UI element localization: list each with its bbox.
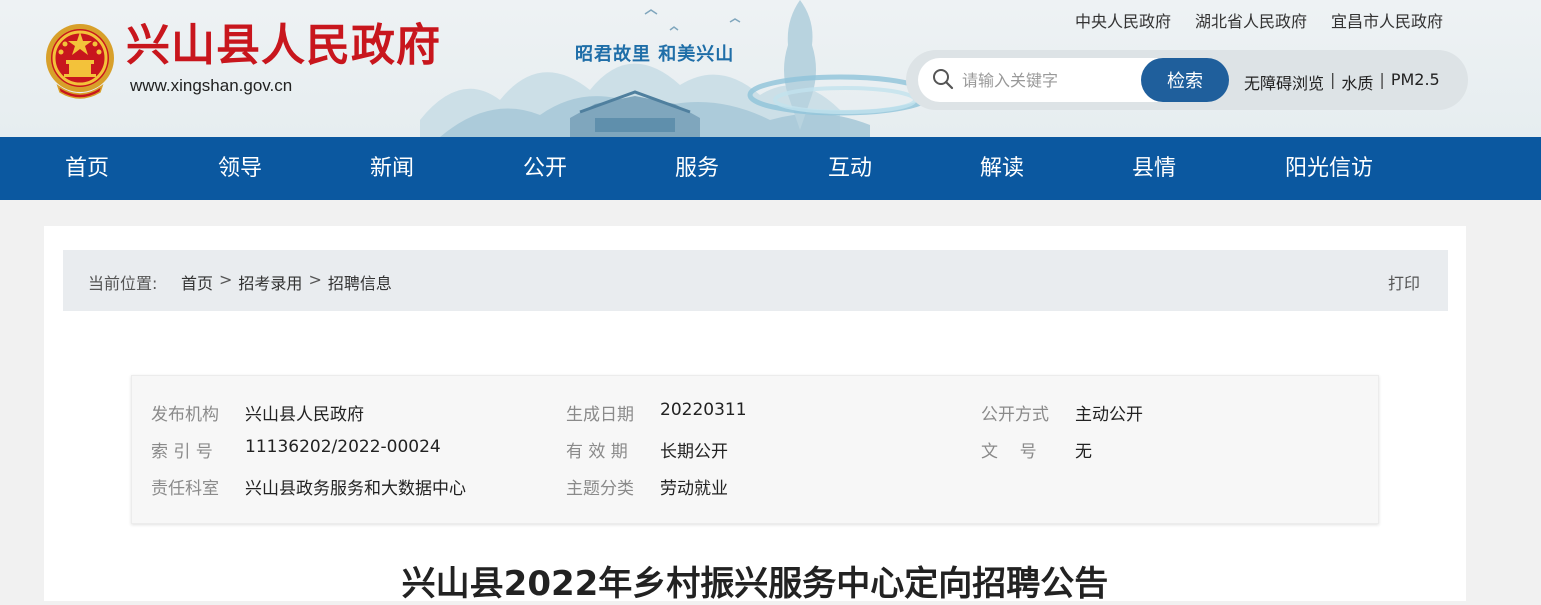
divider: |: [1379, 70, 1385, 89]
meta-index: 索 引 号 11136202/2022-00024: [151, 437, 441, 462]
meta-label: 主题分类: [566, 479, 634, 499]
site-title[interactable]: 兴山县人民政府: [126, 24, 441, 68]
nav-item-services[interactable]: 服务: [675, 137, 719, 200]
breadcrumb-trail: 首页 > 招考录用 > 招聘信息: [181, 270, 392, 294]
pm25-link[interactable]: PM2.5: [1391, 70, 1440, 94]
meta-publisher: 发布机构 兴山县人民政府: [151, 400, 364, 425]
accessibility-link[interactable]: 无障碍浏览: [1244, 70, 1324, 94]
meta-value: 无: [1075, 442, 1092, 462]
link-yichang-gov[interactable]: 宜昌市人民政府: [1331, 8, 1443, 32]
breadcrumb-separator: >: [219, 270, 233, 289]
meta-value: 主动公开: [1075, 405, 1143, 425]
meta-validity: 有 效 期 长期公开: [566, 437, 728, 462]
top-links: 中央人民政府 湖北省人民政府 宜昌市人民政府: [1075, 8, 1443, 32]
meta-doc-number: 文 号 无: [981, 437, 1092, 462]
meta-topic: 主题分类 劳动就业: [566, 474, 728, 499]
site-url: www.xingshan.gov.cn: [130, 76, 293, 95]
nav-item-leaders[interactable]: 领导: [218, 137, 262, 200]
meta-value: 20220311: [660, 400, 747, 420]
meta-value: 兴山县人民政府: [245, 405, 364, 425]
link-central-gov[interactable]: 中央人民政府: [1075, 8, 1171, 32]
nav-item-county-info[interactable]: 县情: [1132, 137, 1176, 200]
nav-item-news[interactable]: 新闻: [370, 137, 414, 200]
nav-item-interaction[interactable]: 互动: [828, 137, 872, 200]
meta-date: 生成日期 20220311: [566, 400, 747, 425]
meta-value: 长期公开: [660, 442, 728, 462]
nav-item-petitions[interactable]: 阳光信访: [1285, 137, 1373, 200]
national-emblem-icon[interactable]: [44, 22, 116, 100]
breadcrumb-label: 当前位置:: [88, 274, 158, 293]
meta-label: 生成日期: [566, 405, 634, 425]
breadcrumb-separator: >: [308, 270, 322, 289]
scenery-banner-image: [420, 0, 933, 137]
slogan: 昭君故里 和美兴山: [575, 44, 735, 65]
link-hubei-gov[interactable]: 湖北省人民政府: [1195, 8, 1307, 32]
nav-item-home[interactable]: 首页: [65, 137, 109, 200]
meta-label: 发布机构: [151, 405, 219, 425]
meta-label: 公开方式: [981, 405, 1049, 425]
breadcrumb-home[interactable]: 首页: [181, 270, 213, 294]
meta-value: 11136202/2022-00024: [245, 437, 441, 457]
meta-label: 索 引 号: [151, 442, 213, 462]
breadcrumb-hiring-info[interactable]: 招聘信息: [328, 270, 392, 294]
water-quality-link[interactable]: 水质: [1341, 70, 1373, 94]
accessibility-tools: 无障碍浏览 | 水质 | PM2.5: [1244, 70, 1440, 94]
meta-label: 有 效 期: [566, 442, 628, 462]
meta-label: 责任科室: [151, 479, 219, 499]
search-button[interactable]: 检索: [1141, 58, 1229, 102]
document-title: 兴山县2022年乡村振兴服务中心定向招聘公告: [401, 564, 1109, 604]
meta-disclosure: 公开方式 主动公开: [981, 400, 1143, 425]
search-input[interactable]: [962, 58, 1137, 102]
nav-item-interpretation[interactable]: 解读: [980, 137, 1024, 200]
meta-label: 文 号: [981, 442, 1037, 462]
meta-department: 责任科室 兴山县政务服务和大数据中心: [151, 474, 466, 499]
print-button[interactable]: 打印: [1388, 270, 1420, 294]
search-icon: [933, 69, 954, 90]
main-nav: 首页 领导 新闻 公开 服务 互动 解读 县情 阳光信访: [0, 137, 1541, 200]
breadcrumb-recruitment[interactable]: 招考录用: [238, 270, 302, 294]
site-header: 兴山县人民政府 www.xingshan.gov.cn 昭君故里 和美兴山 中央…: [0, 0, 1541, 137]
nav-item-disclosure[interactable]: 公开: [523, 137, 567, 200]
meta-value: 兴山县政务服务和大数据中心: [245, 479, 466, 499]
meta-value: 劳动就业: [660, 479, 728, 499]
divider: |: [1330, 70, 1336, 89]
